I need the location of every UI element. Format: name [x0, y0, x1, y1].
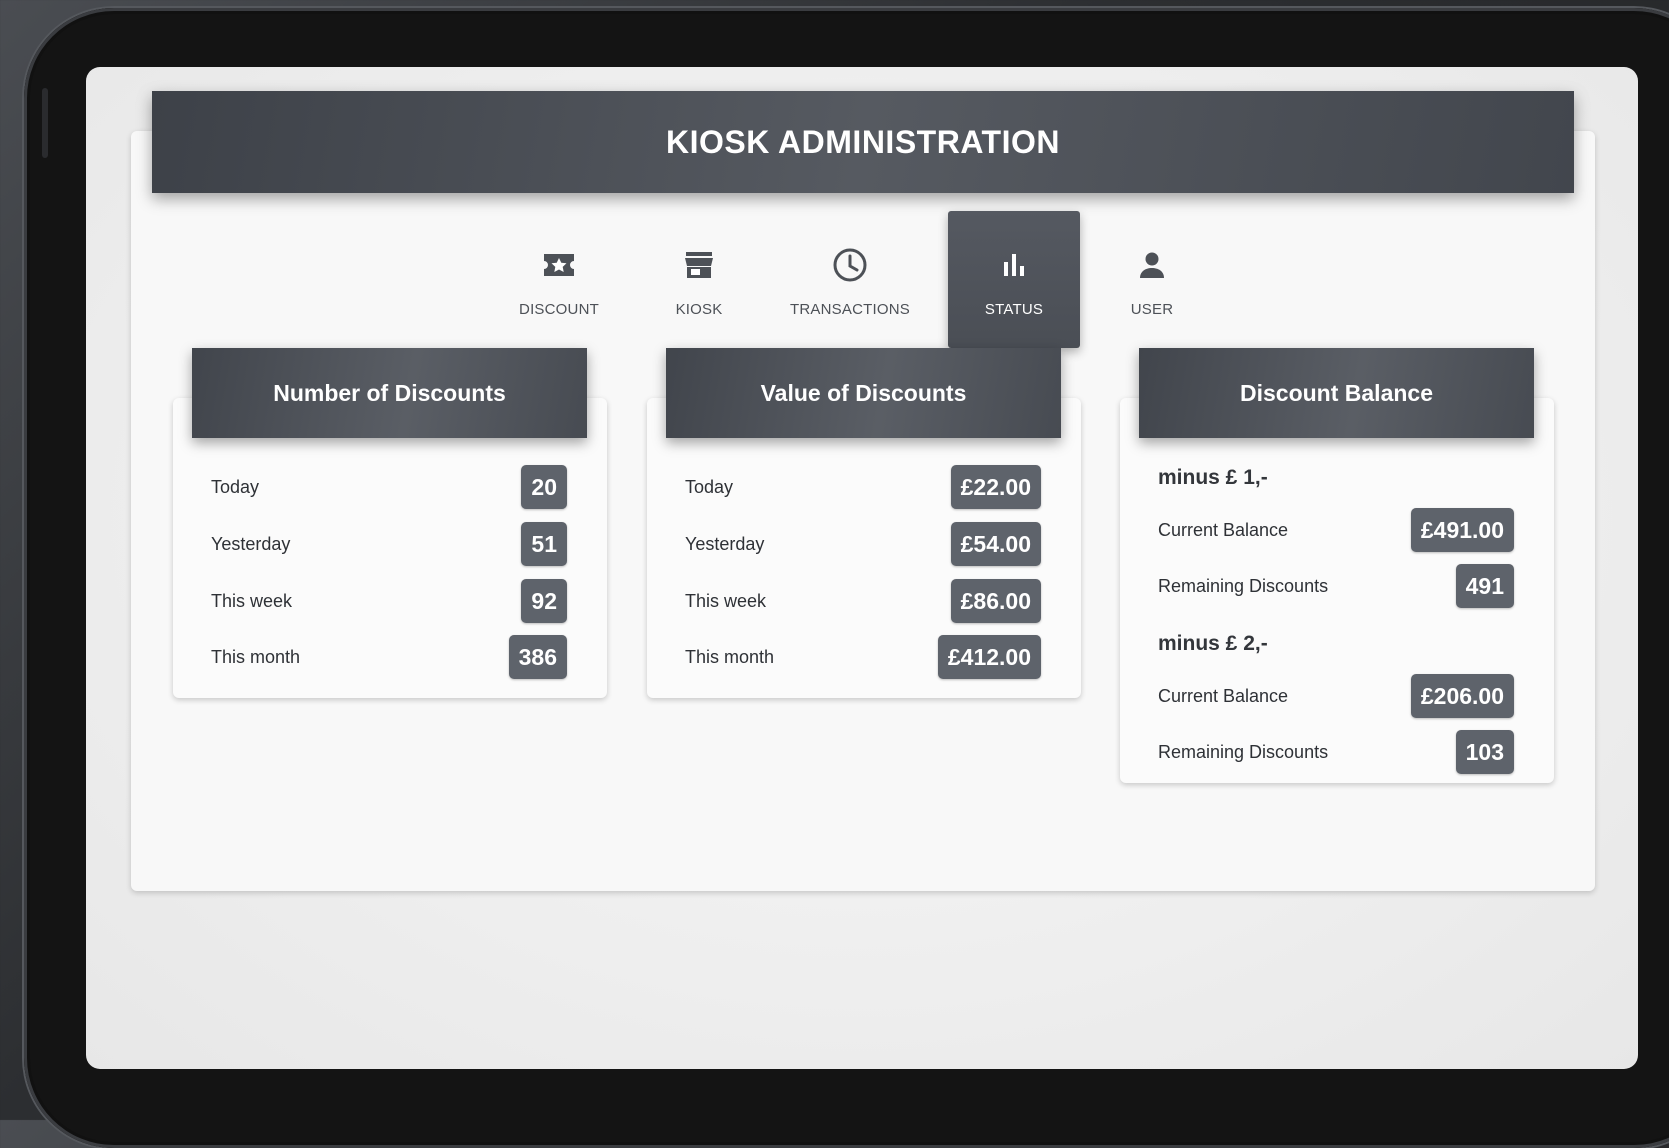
tab-label: STATUS	[984, 301, 1044, 318]
stat-row: This week £86.00	[685, 578, 1041, 624]
row-label: This month	[211, 646, 301, 667]
tab-label: KIOSK	[675, 301, 723, 318]
card-header: Discount Balance	[1139, 348, 1534, 438]
tab-kiosk[interactable]: KIOSK	[633, 211, 765, 348]
row-label: Today	[685, 476, 734, 497]
stat-row: This month £412.00	[685, 634, 1041, 680]
value-badge: £54.00	[950, 522, 1041, 566]
value-badge: £86.00	[950, 579, 1041, 623]
row-label: Current Balance	[1158, 519, 1289, 540]
tab-label: DISCOUNT	[519, 301, 599, 318]
value-badge: 20	[521, 465, 567, 509]
tab-transactions[interactable]: TRANSACTIONS	[784, 211, 916, 348]
stat-row: Today 20	[211, 464, 567, 510]
stat-row: This week 92	[211, 578, 567, 624]
row-label: Yesterday	[211, 533, 291, 554]
person-icon	[1132, 245, 1172, 285]
value-of-discounts-card: Value of Discounts Today £22.00 Yesterda…	[647, 348, 1081, 698]
row-label: Today	[211, 476, 260, 497]
row-label: This week	[211, 590, 293, 611]
card-title: Discount Balance	[1240, 379, 1433, 406]
page-title: KIOSK ADMINISTRATION	[666, 123, 1060, 160]
card-title: Number of Discounts	[273, 379, 506, 406]
number-of-discounts-card: Number of Discounts Today 20 Yesterday 5…	[173, 348, 607, 698]
tablet-screen: KIOSK ADMINISTRATION DISCOUNT KIOSK TRAN…	[86, 67, 1638, 1069]
value-badge: 103	[1455, 730, 1514, 774]
value-badge: £491.00	[1410, 508, 1514, 552]
row-label: Remaining Discounts	[1158, 741, 1329, 762]
stat-row: Remaining Discounts 103	[1158, 729, 1514, 775]
tab-user[interactable]: USER	[1086, 211, 1218, 348]
value-badge: 51	[521, 522, 567, 566]
tab-label: TRANSACTIONS	[790, 301, 910, 318]
row-label: Current Balance	[1158, 685, 1289, 706]
page-header: KIOSK ADMINISTRATION	[152, 91, 1574, 193]
stat-row: Current Balance £206.00	[1158, 673, 1514, 719]
stat-row: Yesterday £54.00	[685, 521, 1041, 567]
tab-status[interactable]: STATUS	[948, 211, 1080, 348]
stat-row: This month 386	[211, 634, 567, 680]
store-icon	[679, 245, 719, 285]
stat-row: Current Balance £491.00	[1158, 507, 1514, 553]
value-badge: 92	[521, 579, 567, 623]
value-badge: £206.00	[1410, 674, 1514, 718]
tab-discount[interactable]: DISCOUNT	[493, 211, 625, 348]
stat-row: Today £22.00	[685, 464, 1041, 510]
row-label: This week	[685, 590, 767, 611]
clock-icon	[830, 245, 870, 285]
group-heading: minus £ 2,-	[1158, 632, 1268, 655]
card-header: Number of Discounts	[192, 348, 587, 438]
value-badge: £412.00	[937, 635, 1041, 679]
nav-tabs: DISCOUNT KIOSK TRANSACTIONS STATUS USER	[86, 211, 1638, 351]
bar-chart-icon	[994, 245, 1034, 285]
value-badge: 386	[508, 635, 567, 679]
stat-row: Yesterday 51	[211, 521, 567, 567]
group-heading: minus £ 1,-	[1158, 466, 1268, 489]
value-badge: £22.00	[950, 465, 1041, 509]
card-header: Value of Discounts	[666, 348, 1061, 438]
row-label: Yesterday	[685, 533, 765, 554]
side-button	[42, 88, 48, 158]
discount-balance-card: Discount Balance minus £ 1,- Current Bal…	[1120, 348, 1554, 783]
stat-row: Remaining Discounts 491	[1158, 563, 1514, 609]
value-badge: 491	[1455, 564, 1514, 608]
tab-label: USER	[1130, 301, 1174, 318]
row-label: Remaining Discounts	[1158, 575, 1329, 596]
card-title: Value of Discounts	[760, 379, 967, 406]
row-label: This month	[685, 646, 775, 667]
ticket-star-icon	[539, 245, 579, 285]
